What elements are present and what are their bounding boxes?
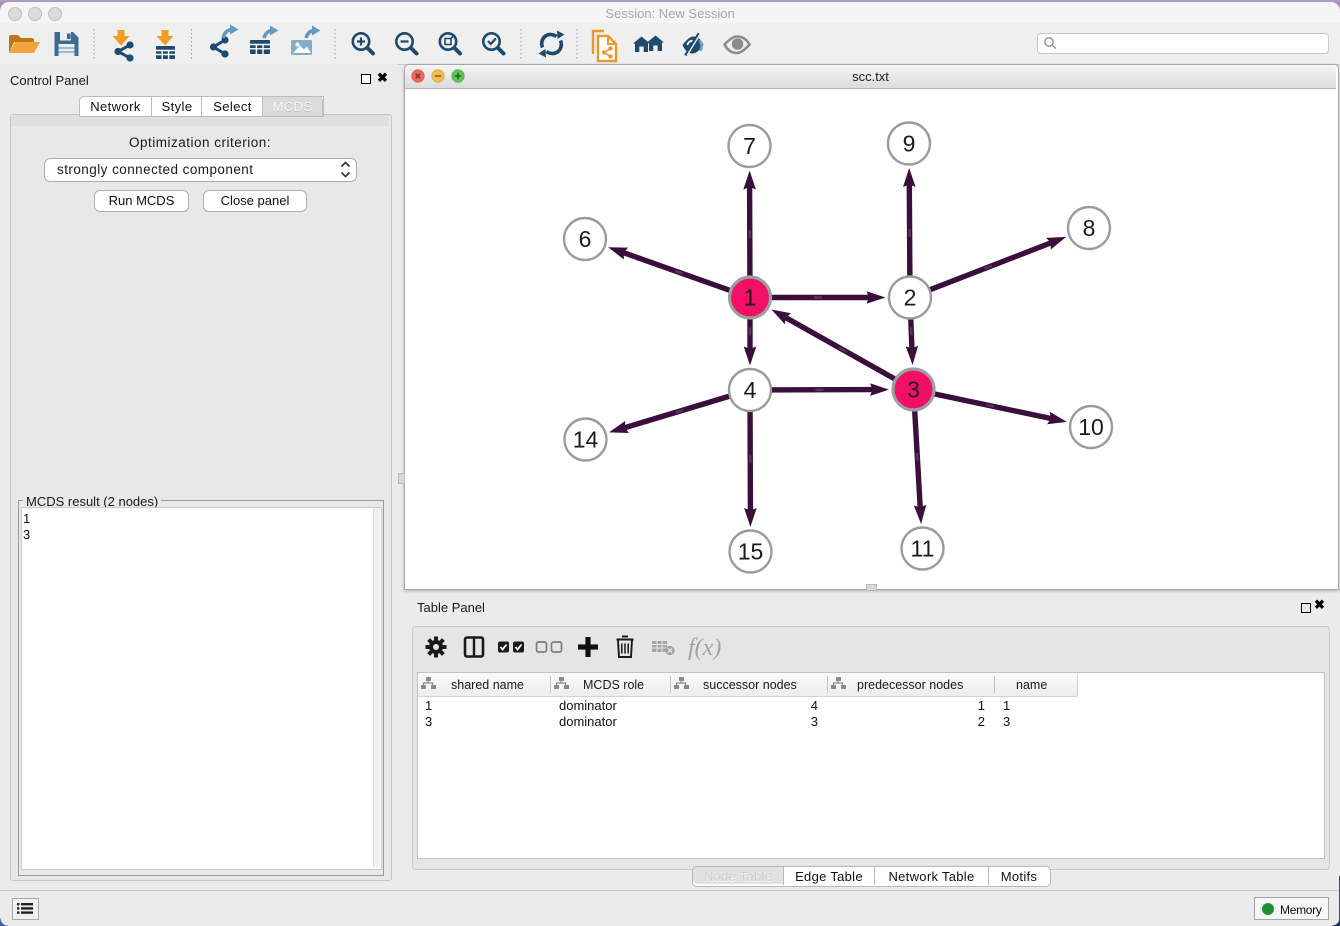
- svg-text:15: 15: [738, 539, 764, 565]
- svg-text:6: 6: [579, 226, 592, 252]
- svg-text:10: 10: [1078, 414, 1104, 440]
- svg-text:2: 2: [904, 285, 917, 311]
- svg-text:11: 11: [911, 536, 935, 562]
- svg-text:3: 3: [907, 377, 920, 403]
- svg-text:1: 1: [744, 285, 757, 311]
- svg-text:7: 7: [743, 133, 756, 159]
- svg-text:8: 8: [1083, 215, 1096, 241]
- svg-text:14: 14: [573, 427, 599, 453]
- svg-text:4: 4: [744, 377, 757, 403]
- svg-text:f(x): f(x): [688, 635, 721, 661]
- svg-text:9: 9: [903, 131, 916, 157]
